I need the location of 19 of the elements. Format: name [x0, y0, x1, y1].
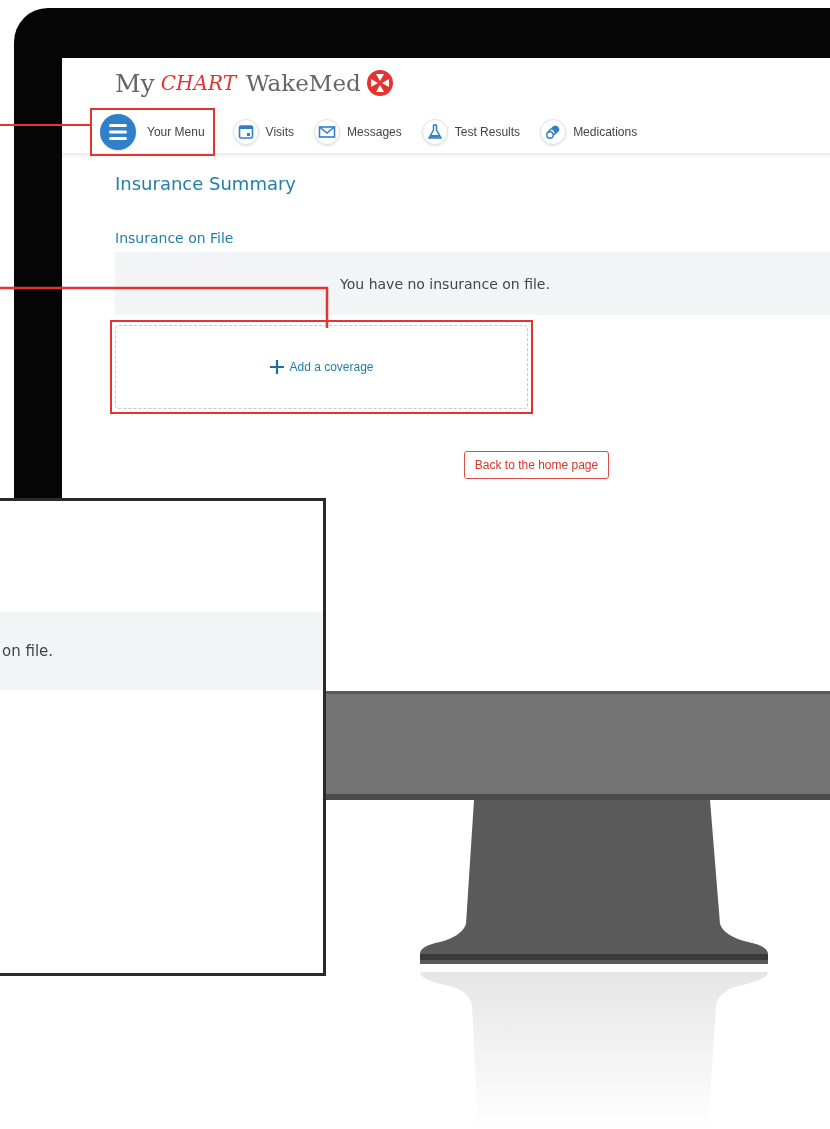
empty-message: on file. — [2, 642, 54, 660]
flask-icon — [421, 119, 448, 145]
empty-message: You have no insurance on file. — [340, 275, 550, 292]
cross-logo-icon — [366, 70, 393, 96]
section-title: Insurance on File — [115, 230, 235, 246]
nav-link[interactable]: Messages — [312, 117, 404, 147]
plus-icon — [269, 359, 286, 375]
nav-link[interactable]: Medications — [538, 117, 640, 147]
nav-link[interactable]: Your Menu — [90, 108, 215, 156]
back-home-button[interactable]: Back to the home page — [463, 451, 610, 479]
page-title: Insurance Summary — [115, 173, 298, 194]
nav-link[interactable]: Test Results — [419, 117, 523, 147]
menu-icon — [100, 114, 136, 150]
logo: My CHART WakeMed — [115, 66, 830, 100]
nav-link[interactable]: Visits — [230, 117, 297, 147]
add-coverage-link[interactable]: Add a coverage — [115, 325, 528, 409]
calendar-icon — [232, 119, 259, 145]
pills-icon — [540, 119, 567, 145]
envelope-icon — [314, 119, 341, 145]
